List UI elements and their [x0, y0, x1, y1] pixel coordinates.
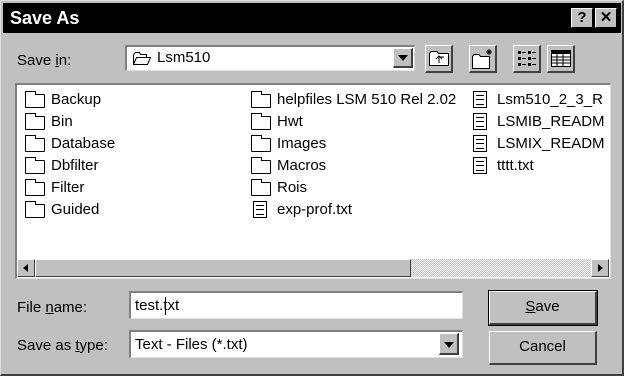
file-name-label: File name: [17, 299, 88, 316]
text-cursor [165, 297, 166, 315]
folder-icon [251, 135, 271, 152]
new-folder-button[interactable] [469, 45, 497, 73]
help-button[interactable]: ? [571, 8, 593, 28]
scroll-left-button[interactable] [17, 259, 35, 277]
close-button[interactable]: ✕ [595, 8, 617, 28]
cancel-button[interactable]: Cancel [489, 331, 597, 365]
list-view-button[interactable] [513, 45, 541, 73]
folder-icon [25, 179, 45, 196]
item-name: Backup [51, 91, 102, 108]
details-view-icon [551, 50, 571, 72]
close-icon: ✕ [599, 9, 613, 26]
new-folder-icon [472, 48, 494, 74]
item-name: Guided [51, 201, 100, 218]
folder-icon [25, 91, 45, 108]
item-name: helpfiles LSM 510 Rel 2.02 [277, 91, 457, 108]
save-in-value: Lsm510 [157, 49, 211, 66]
title-bar[interactable]: Save As ? ✕ [3, 3, 621, 33]
save-as-type-label: Save as type: [17, 337, 108, 354]
scroll-right-button[interactable] [591, 259, 609, 277]
item-name: Macros [277, 157, 327, 174]
save-as-dialog: Save As ? ✕ Save in: Lsm510 Backup Bin D… [0, 0, 624, 376]
item-name: Database [51, 135, 116, 152]
up-one-level-icon [429, 50, 449, 71]
folder-icon [25, 113, 45, 130]
save-in-label: Save in: [17, 52, 72, 69]
details-view-button[interactable] [547, 45, 575, 73]
folder-icon [251, 113, 271, 130]
file-name-value: test.txt [135, 297, 180, 314]
file-list[interactable]: Backup Bin Database Dbfilter Filter Guided he… [15, 83, 611, 279]
item-name: Images [277, 135, 327, 152]
item-name: LSMIB_READM [497, 113, 605, 130]
save-as-type-dropdown-button[interactable] [439, 333, 459, 355]
item-name: Lsm510_2_3_R [497, 91, 603, 108]
horizontal-scrollbar[interactable] [17, 259, 609, 277]
text-file-icon [473, 113, 487, 130]
item-name: LSMIX_READM [497, 135, 605, 152]
save-in-combobox[interactable]: Lsm510 [125, 45, 415, 71]
scroll-thumb[interactable] [35, 259, 411, 277]
window-title: Save As [10, 8, 80, 28]
file-name-input[interactable]: test.txt [129, 291, 463, 319]
chevron-down-icon [444, 342, 454, 348]
text-file-icon [473, 135, 487, 152]
list-view-icon [517, 50, 537, 72]
folder-icon [251, 91, 271, 108]
save-button[interactable]: Save [488, 290, 598, 326]
help-icon: ? [577, 9, 587, 26]
arrow-right-icon [598, 264, 603, 272]
folder-icon [25, 135, 45, 152]
folder-icon [25, 201, 45, 218]
text-file-icon [473, 157, 487, 174]
item-name: Rois [277, 179, 308, 196]
save-as-type-value: Text - Files (*.txt) [135, 336, 248, 353]
save-as-type-combobox[interactable]: Text - Files (*.txt) [129, 330, 463, 358]
item-name: Dbfilter [51, 157, 99, 174]
folder-icon [25, 157, 45, 174]
item-name: Hwt [277, 113, 303, 130]
save-in-dropdown-button[interactable] [393, 48, 413, 68]
text-file-icon [473, 91, 487, 108]
chevron-down-icon [398, 55, 408, 61]
item-name: exp-prof.txt [277, 201, 353, 218]
folder-icon [251, 157, 271, 174]
item-name: tttt.txt [497, 157, 534, 174]
folder-open-icon [133, 52, 152, 65]
text-file-icon [253, 201, 267, 218]
arrow-left-icon [23, 264, 28, 272]
folder-icon [251, 179, 271, 196]
item-name: Filter [51, 179, 85, 196]
item-name: Bin [51, 113, 73, 130]
up-one-level-button[interactable] [425, 45, 453, 73]
